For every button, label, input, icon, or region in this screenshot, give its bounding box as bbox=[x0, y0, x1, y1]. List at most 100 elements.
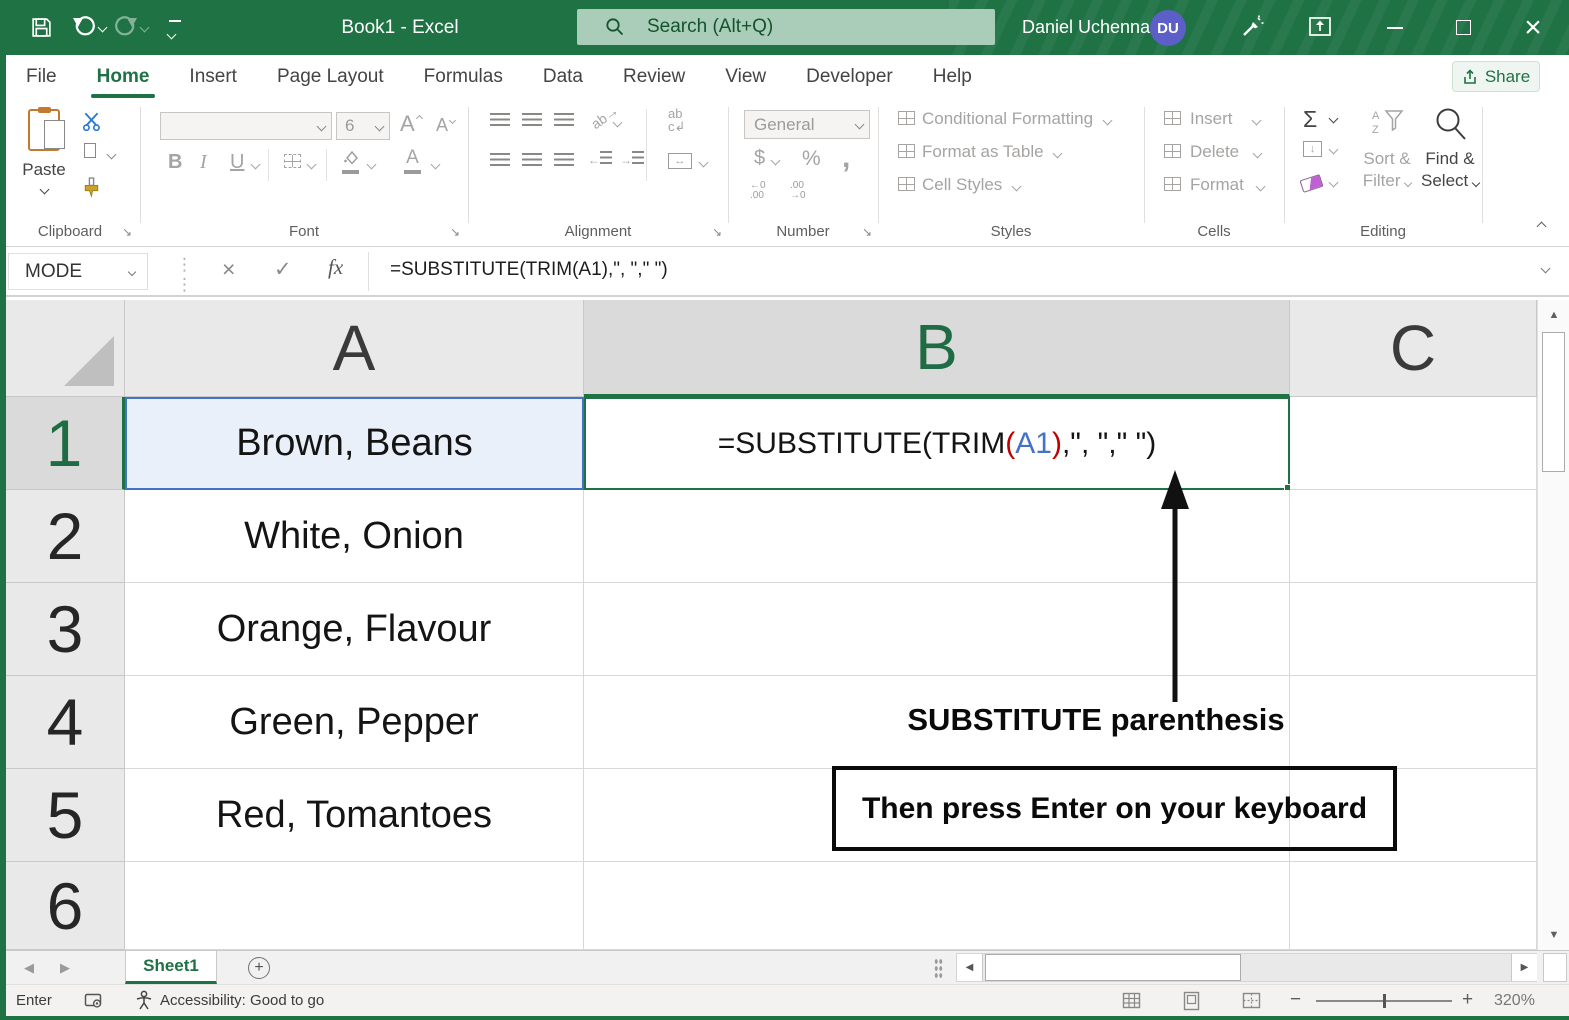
borders-icon[interactable] bbox=[284, 154, 301, 168]
new-sheet-button[interactable]: + bbox=[248, 957, 270, 979]
row-header-5[interactable]: 5 bbox=[6, 769, 125, 862]
expand-formula-bar-icon[interactable] bbox=[1541, 264, 1551, 274]
search-input[interactable]: Search (Alt+Q) bbox=[577, 9, 995, 45]
accounting-format-icon[interactable]: $ bbox=[754, 147, 765, 170]
accounting-dropdown-icon[interactable] bbox=[771, 156, 781, 166]
zoom-in-button[interactable]: + bbox=[1462, 989, 1473, 1011]
tab-review[interactable]: Review bbox=[603, 55, 705, 99]
user-name[interactable]: Daniel Uchenna bbox=[1022, 17, 1150, 38]
merge-center-icon[interactable]: ↔ bbox=[668, 153, 692, 169]
zoom-out-button[interactable]: − bbox=[1290, 989, 1301, 1011]
format-as-table-button[interactable]: Format as Table bbox=[922, 142, 1061, 162]
orientation-dropdown-icon[interactable] bbox=[613, 118, 623, 128]
sheet-nav-right-icon[interactable]: ▶ bbox=[60, 960, 70, 976]
accessibility-icon[interactable] bbox=[134, 990, 154, 1015]
underline-dropdown-icon[interactable] bbox=[251, 160, 261, 170]
customize-quick-access-icon[interactable] bbox=[168, 20, 181, 43]
font-size-select[interactable]: 6 bbox=[336, 112, 390, 140]
page-layout-view-icon[interactable] bbox=[1182, 991, 1202, 1015]
tab-data[interactable]: Data bbox=[523, 55, 603, 99]
scroll-down-button[interactable]: ▼ bbox=[1538, 920, 1569, 950]
clipboard-dialog-launcher-icon[interactable]: ↘ bbox=[122, 226, 132, 238]
page-break-preview-icon[interactable] bbox=[1242, 991, 1262, 1015]
cell-a4[interactable]: Green, Pepper bbox=[125, 676, 584, 769]
delete-cells-icon[interactable] bbox=[1164, 144, 1181, 158]
cell-a5[interactable]: Red, Tomantoes bbox=[125, 769, 584, 862]
font-name-select[interactable] bbox=[160, 112, 332, 140]
zoom-level[interactable]: 320% bbox=[1494, 992, 1535, 1010]
scroll-left-button[interactable]: ◀ bbox=[957, 954, 983, 981]
format-cells-icon[interactable] bbox=[1164, 177, 1181, 191]
select-all-corner[interactable] bbox=[6, 300, 125, 397]
decrease-indent-icon[interactable]: ← bbox=[588, 151, 612, 167]
cell-c3[interactable] bbox=[1290, 583, 1537, 676]
decrease-font-size-button[interactable]: A bbox=[436, 115, 455, 136]
name-box[interactable]: MODE bbox=[8, 253, 148, 290]
undo-icon[interactable] bbox=[72, 14, 96, 43]
horizontal-scrollbar-thumb[interactable] bbox=[985, 954, 1241, 981]
sort-filter-button[interactable]: AZ Sort & Filter bbox=[1352, 107, 1422, 192]
row-header-1[interactable]: 1 bbox=[6, 397, 125, 490]
horizontal-scrollbar[interactable]: ◀ ▶ bbox=[956, 953, 1537, 982]
cell-a1[interactable]: Brown, Beans bbox=[125, 397, 584, 490]
tab-home[interactable]: Home bbox=[77, 55, 170, 99]
tab-page-layout[interactable]: Page Layout bbox=[257, 55, 404, 99]
normal-view-icon[interactable] bbox=[1122, 991, 1142, 1015]
bold-button[interactable]: B bbox=[168, 151, 182, 174]
cell-a3[interactable]: Orange, Flavour bbox=[125, 583, 584, 676]
cut-icon[interactable] bbox=[82, 111, 102, 136]
cancel-formula-button[interactable]: × bbox=[222, 256, 235, 283]
ribbon-display-options-icon[interactable] bbox=[1308, 16, 1332, 43]
underline-button[interactable]: U bbox=[230, 151, 244, 174]
increase-decimal-icon[interactable]: ←0.00 bbox=[750, 181, 766, 201]
align-bottom-icon[interactable] bbox=[554, 113, 574, 126]
cell-b6[interactable] bbox=[584, 862, 1290, 950]
fill-dropdown-icon[interactable] bbox=[1329, 145, 1339, 155]
decrease-decimal-icon[interactable]: .00→0 bbox=[790, 181, 806, 201]
save-icon[interactable] bbox=[30, 16, 53, 44]
percent-style-icon[interactable]: % bbox=[802, 147, 821, 171]
share-button[interactable]: Share bbox=[1452, 61, 1540, 92]
format-painter-icon[interactable] bbox=[82, 177, 101, 203]
column-header-b[interactable]: B bbox=[584, 300, 1290, 397]
delete-cells-button[interactable]: Delete bbox=[1190, 142, 1261, 162]
autosum-dropdown-icon[interactable] bbox=[1329, 114, 1339, 124]
scroll-right-button[interactable]: ▶ bbox=[1511, 954, 1537, 981]
column-header-a[interactable]: A bbox=[125, 300, 584, 397]
format-cells-button[interactable]: Format bbox=[1190, 175, 1264, 195]
font-color-dropdown-icon[interactable] bbox=[431, 160, 441, 170]
close-button[interactable]: × bbox=[1508, 0, 1558, 55]
tab-file[interactable]: File bbox=[6, 55, 77, 99]
tab-insert[interactable]: Insert bbox=[169, 55, 257, 99]
align-top-icon[interactable] bbox=[490, 113, 510, 126]
row-header-2[interactable]: 2 bbox=[6, 490, 125, 583]
clear-dropdown-icon[interactable] bbox=[1329, 178, 1339, 188]
number-format-select[interactable]: General bbox=[744, 110, 870, 139]
row-header-3[interactable]: 3 bbox=[6, 583, 125, 676]
cell-styles-icon[interactable] bbox=[898, 177, 915, 191]
font-dialog-launcher-icon[interactable]: ↘ bbox=[450, 226, 460, 238]
fill-icon[interactable]: ↓ bbox=[1303, 141, 1322, 157]
font-color-icon[interactable]: A bbox=[404, 147, 421, 174]
align-right-icon[interactable] bbox=[554, 153, 574, 166]
insert-cells-button[interactable]: Insert bbox=[1190, 109, 1260, 129]
vertical-scrollbar[interactable]: ▲ ▼ bbox=[1537, 300, 1569, 950]
sheet-nav-left-icon[interactable]: ◀ bbox=[24, 960, 34, 976]
find-select-button[interactable]: Find & Select bbox=[1418, 105, 1482, 192]
italic-button[interactable]: I bbox=[200, 151, 207, 174]
avatar[interactable]: DU bbox=[1150, 10, 1186, 46]
insert-cells-icon[interactable] bbox=[1164, 111, 1181, 125]
borders-dropdown-icon[interactable] bbox=[307, 160, 317, 170]
sheet-tab-sheet1[interactable]: Sheet1 bbox=[125, 951, 217, 984]
tab-help[interactable]: Help bbox=[913, 55, 992, 99]
column-header-c[interactable]: C bbox=[1290, 300, 1537, 397]
undo-dropdown-icon[interactable] bbox=[98, 23, 108, 33]
cell-c2[interactable] bbox=[1290, 490, 1537, 583]
maximize-button[interactable] bbox=[1440, 0, 1486, 55]
tab-scrollbar-splitter[interactable] bbox=[934, 958, 943, 979]
zoom-slider-thumb[interactable] bbox=[1383, 994, 1386, 1008]
enter-formula-button[interactable]: ✓ bbox=[274, 257, 292, 282]
paste-button[interactable]: Paste bbox=[14, 109, 74, 198]
increase-font-size-button[interactable]: A bbox=[400, 111, 422, 137]
merge-center-dropdown-icon[interactable] bbox=[699, 158, 709, 168]
